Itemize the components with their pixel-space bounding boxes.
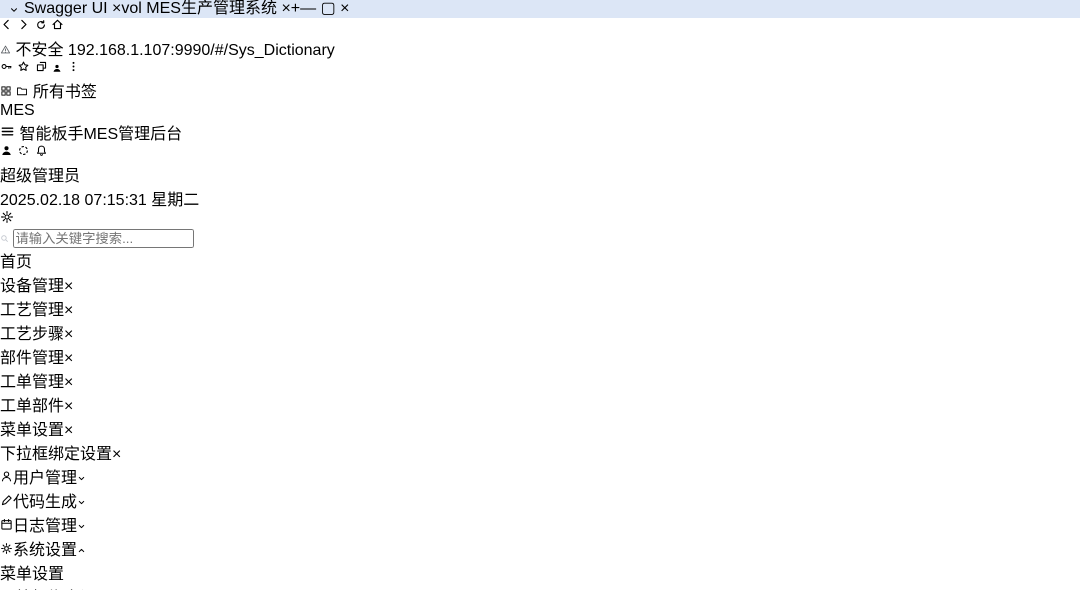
datetime: 2025.02.18 07:15:31 星期二 <box>0 186 1080 210</box>
chevron-down-icon <box>77 470 86 487</box>
new-tab-button[interactable]: + <box>291 0 300 18</box>
browser-tab-mes[interactable]: vol MES生产管理系统 × <box>121 0 290 18</box>
sidebar-item[interactable]: 用户管理 <box>0 464 1080 488</box>
notifications-bell-icon[interactable] <box>35 144 48 161</box>
app-tab[interactable]: 部件管理× <box>0 344 1080 368</box>
security-label: 不安全 <box>15 42 63 59</box>
tab-search-chevron-icon[interactable] <box>7 3 21 17</box>
app-tab-label: 首页 <box>0 254 32 271</box>
sidebar-item[interactable]: 代码生成 <box>0 488 1080 512</box>
app-header: MES 智能板手MES管理后台 超级管理员 2025.02.18 07:15:3… <box>0 102 1080 229</box>
app-tab-label: 工艺步骤 <box>0 326 64 343</box>
all-bookmarks-label: 所有书签 <box>33 84 97 101</box>
bookmarks-bar: 所有书签 <box>0 78 1080 102</box>
screen: Swagger UI × vol MES生产管理系统 × + — ▢ × 不安全… <box>0 0 1080 590</box>
app-tab-label: 工单管理 <box>0 374 64 391</box>
browser-navbar: 不安全 192.168.1.107:9990/#/Sys_Dictionary <box>0 18 1080 78</box>
sidebar-subitem[interactable]: 菜单设置 <box>0 560 1080 584</box>
calendar-icon <box>0 518 13 535</box>
app-tab[interactable]: 菜单设置× <box>0 416 1080 440</box>
app-tabbar: 首页设备管理×工艺管理×工艺步骤×部件管理×工单管理×工单部件×菜单设置×下拉框… <box>0 248 1080 464</box>
url-text: 192.168.1.107:9990/#/Sys_Dictionary <box>68 42 335 59</box>
apps-grid-icon[interactable] <box>0 84 12 101</box>
bookmark-star-icon[interactable] <box>17 60 30 77</box>
search-icon <box>0 234 9 243</box>
all-bookmarks-button[interactable]: 所有书签 <box>16 84 96 101</box>
theme-circle-icon[interactable] <box>17 144 30 161</box>
mes-favicon-icon: vol <box>121 0 141 17</box>
extensions-icon[interactable] <box>35 60 48 77</box>
app-tab[interactable]: 首页 <box>0 248 1080 272</box>
back-icon[interactable] <box>0 18 13 35</box>
close-icon[interactable]: × <box>64 398 73 415</box>
sidebar-collapse-icon[interactable] <box>0 126 15 143</box>
navbar-right <box>0 60 1080 78</box>
sidebar-item-label: 系统设置 <box>13 542 77 559</box>
window-close-button[interactable]: × <box>340 0 349 17</box>
sidebar-search <box>0 229 1080 248</box>
app-tab[interactable]: 工单部件× <box>0 392 1080 416</box>
username: 超级管理员 <box>0 162 1080 186</box>
sidebar-item-label: 代码生成 <box>13 494 77 511</box>
app-tab-label: 下拉框绑定设置 <box>0 446 112 463</box>
close-icon[interactable]: × <box>64 302 73 319</box>
app-tab[interactable]: 工艺管理× <box>0 296 1080 320</box>
app-tab[interactable]: 工艺步骤× <box>0 320 1080 344</box>
password-key-icon[interactable] <box>0 60 13 77</box>
sidebar-item-label: 日志管理 <box>13 518 77 535</box>
chevron-down-icon <box>77 494 86 511</box>
app-tab-label: 工单部件 <box>0 398 64 415</box>
close-icon[interactable]: × <box>112 446 121 463</box>
tab-band: 首页设备管理×工艺管理×工艺步骤×部件管理×工单管理×工单部件×菜单设置×下拉框… <box>0 229 1080 464</box>
address-bar[interactable]: 不安全 192.168.1.107:9990/#/Sys_Dictionary <box>0 36 1080 60</box>
app-tab-label: 菜单设置 <box>0 422 64 439</box>
browser-tab-title: MES生产管理系统 <box>146 0 277 17</box>
gear-icon <box>0 542 13 559</box>
window-controls: — ▢ × <box>300 0 349 18</box>
app-tab[interactable]: 下拉框绑定设置× <box>0 440 1080 464</box>
app-logo: MES <box>0 102 1080 120</box>
close-icon[interactable]: × <box>281 0 290 17</box>
close-icon[interactable]: × <box>64 278 73 295</box>
user-info: 超级管理员 2025.02.18 07:15:31 星期二 <box>0 162 1080 210</box>
reload-icon[interactable] <box>35 18 47 35</box>
app-header-right: 超级管理员 2025.02.18 07:15:31 星期二 <box>0 144 1080 229</box>
sidebar-subitem[interactable]: 下拉框绑定设置 <box>0 584 1080 590</box>
forward-icon[interactable] <box>17 18 30 35</box>
app-title: 智能板手MES管理后台 <box>19 126 182 143</box>
chevron-down-icon <box>77 518 86 535</box>
not-secure-warning-icon <box>0 42 11 59</box>
app-tab-label: 设备管理 <box>0 278 64 295</box>
close-icon[interactable]: × <box>64 350 73 367</box>
pen-icon <box>0 494 13 511</box>
contact-user-icon[interactable] <box>0 144 13 161</box>
home-icon[interactable] <box>51 18 64 35</box>
browser-tabstrip: Swagger UI × vol MES生产管理系统 × + — ▢ × <box>0 0 1080 18</box>
sidebar-item-label: 用户管理 <box>13 470 77 487</box>
settings-gear-icon[interactable] <box>0 211 14 228</box>
app-tab-label: 部件管理 <box>0 350 64 367</box>
close-icon[interactable]: × <box>64 374 73 391</box>
window-minimize-button[interactable]: — <box>300 0 316 17</box>
user-icon <box>0 470 13 487</box>
window-maximize-button[interactable]: ▢ <box>321 0 336 17</box>
sidebar-item[interactable]: 系统设置 <box>0 536 1080 560</box>
sidebar-item[interactable]: 日志管理 <box>0 512 1080 536</box>
browser-tab-swagger[interactable]: Swagger UI × <box>24 0 121 18</box>
browser-tab-title: Swagger UI <box>24 0 108 17</box>
chevron-up-icon <box>77 542 86 559</box>
folder-icon <box>16 85 28 97</box>
browser-profile-icon[interactable] <box>52 60 62 77</box>
close-icon[interactable]: × <box>64 326 73 343</box>
app-tab-label: 工艺管理 <box>0 302 64 319</box>
menu-search-input[interactable] <box>13 229 194 248</box>
app-tab[interactable]: 工单管理× <box>0 368 1080 392</box>
browser-menu-dots-icon[interactable] <box>67 60 80 77</box>
app-tab[interactable]: 设备管理× <box>0 272 1080 296</box>
close-icon[interactable]: × <box>64 422 73 439</box>
sidebar-menu: 用户管理代码生成日志管理系统设置菜单设置下拉框绑定设置设备管理部件管理工艺管理工… <box>0 464 1080 590</box>
close-icon[interactable]: × <box>112 0 121 17</box>
body: 用户管理代码生成日志管理系统设置菜单设置下拉框绑定设置设备管理部件管理工艺管理工… <box>0 464 1080 590</box>
